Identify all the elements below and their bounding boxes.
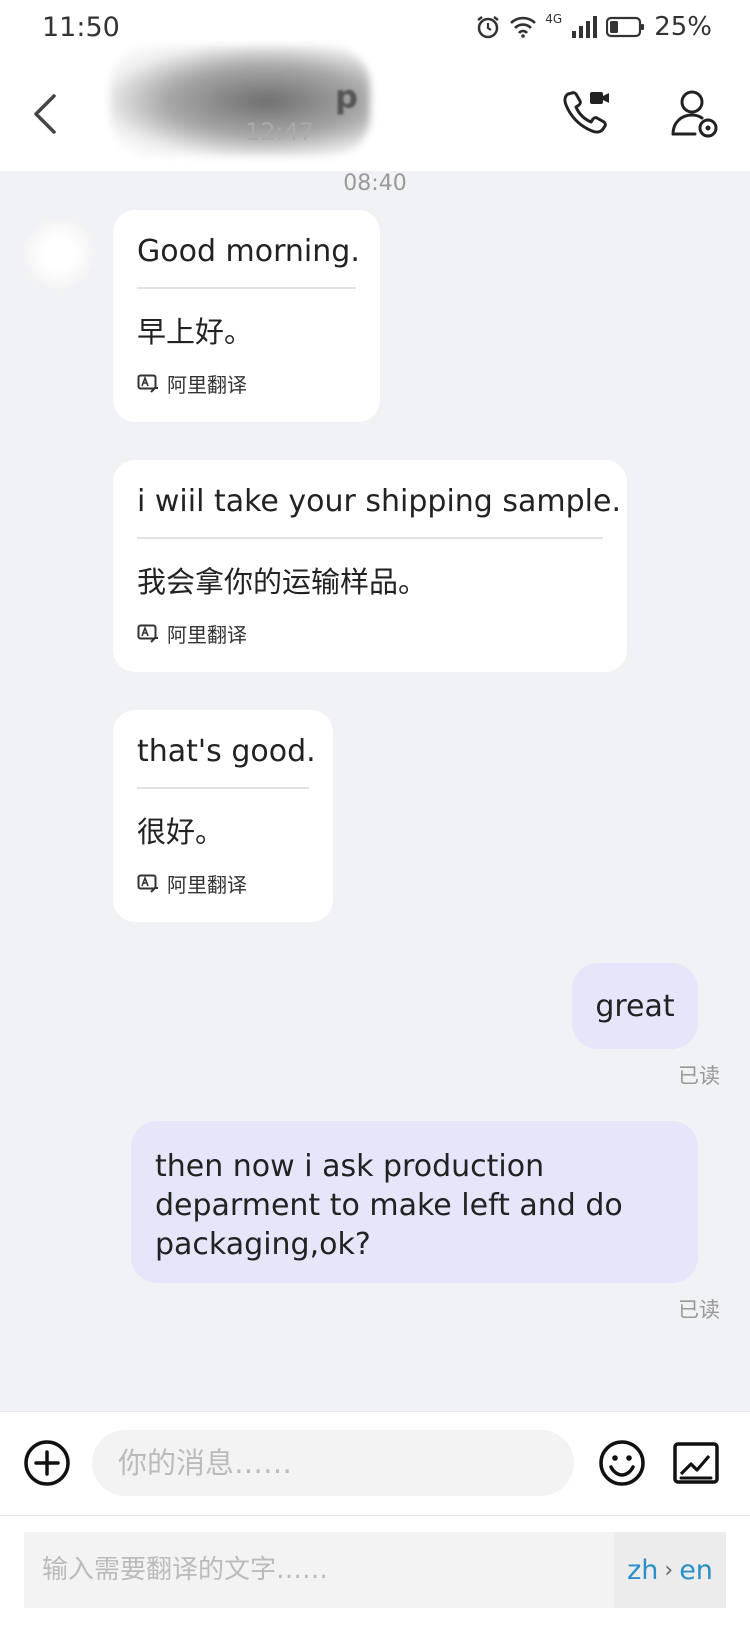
translate-input[interactable] [24,1532,614,1608]
message-original-text: Good morning. [137,234,360,269]
alarm-icon [477,16,500,39]
message-text-line: packaging,ok? [155,1227,371,1262]
divider [137,287,356,289]
translate-icon [137,624,158,643]
incoming-message[interactable]: that's good. 很好。 阿里翻译 [113,710,333,922]
message-text-line: deparment to make left and do [155,1188,623,1223]
contact-name-redacted[interactable] [110,46,370,156]
message-original-text: i wiil take your shipping sample. [137,484,621,519]
divider [137,787,309,789]
translate-bar: zh › en [0,1515,750,1626]
translate-icon [137,374,158,393]
contact-settings-icon[interactable] [670,88,720,140]
message-input[interactable] [92,1430,574,1496]
chevron-right-icon: › [664,1557,674,1583]
status-bar: 11:50 4G 25% [0,0,750,56]
read-receipt: 已读 [678,1064,720,1088]
message-translation-text: 很好。 [137,815,225,849]
contact-subtitle: 12:47 [245,118,315,146]
incoming-message[interactable]: Good morning. 早上好。 阿里翻译 [113,210,380,422]
emoji-icon[interactable] [597,1438,647,1488]
video-call-icon[interactable] [560,88,612,140]
language-switch-button[interactable]: zh › en [614,1532,726,1608]
plus-circle-icon[interactable] [22,1438,72,1488]
read-receipt: 已读 [678,1298,720,1322]
translator-tag: 阿里翻译 [137,869,309,898]
chat-area[interactable]: 08:40 Good morning. 早上好。 阿里翻译 i wiil tak… [0,171,750,1411]
translator-label: 阿里翻译 [167,873,247,897]
translator-tag: 阿里翻译 [137,369,356,398]
battery-icon [606,16,645,38]
translator-label: 阿里翻译 [167,623,247,647]
message-input-bar [0,1411,750,1516]
outgoing-message[interactable]: then now i ask production deparment to m… [131,1121,698,1283]
back-chevron-icon[interactable] [26,90,66,138]
translator-tag: 阿里翻译 [137,619,603,648]
translate-icon [137,874,158,893]
image-icon[interactable] [672,1440,720,1486]
message-translation-text: 我会拿你的运输样品。 [137,565,428,599]
message-timestamp: 08:40 [343,171,407,196]
message-text: great [595,988,675,1024]
status-icons: 4G 25% [475,12,712,42]
target-language: en [679,1554,713,1586]
outgoing-message[interactable]: great [572,963,698,1049]
chat-header: p 12:47 [0,46,750,171]
avatar[interactable] [24,219,94,289]
status-time: 11:50 [42,12,120,43]
wifi-icon [510,16,537,38]
incoming-message[interactable]: i wiil take your shipping sample. 我会拿你的运… [113,460,627,672]
translator-label: 阿里翻译 [167,373,247,397]
contact-name-fragment: p [335,78,358,116]
network-type: 4G [545,12,563,26]
message-translation-text: 早上好。 [137,315,254,349]
divider [137,537,603,539]
source-language: zh [627,1554,659,1586]
battery-percent: 25% [654,12,712,42]
message-text-line: then now i ask production [155,1149,545,1184]
signal-icon [572,16,598,38]
message-original-text: that's good. [137,734,316,769]
